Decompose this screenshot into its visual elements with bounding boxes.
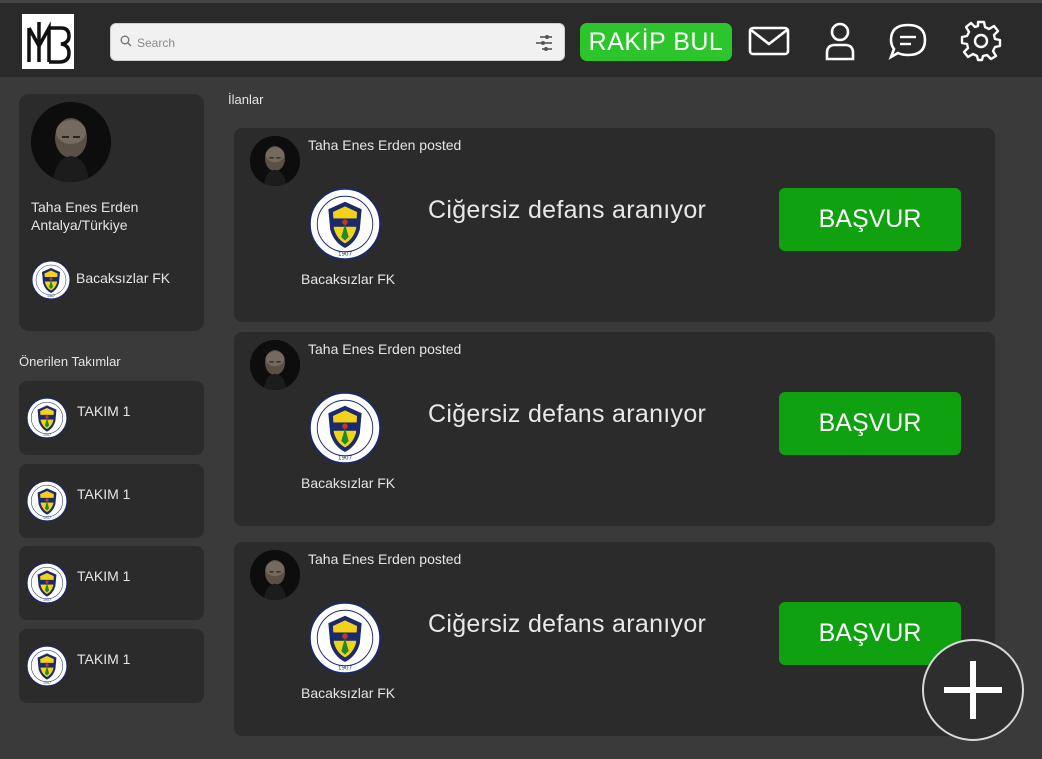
profile-photo: [31, 102, 111, 182]
profile-button[interactable]: [818, 19, 862, 63]
mail-button[interactable]: [747, 19, 791, 63]
apply-button[interactable]: BAŞVUR: [779, 392, 961, 455]
app-logo[interactable]: [22, 14, 74, 69]
profile-team[interactable]: Bacaksızlar FK: [76, 270, 170, 286]
team-badge-icon: [26, 397, 68, 439]
settings-button[interactable]: [959, 19, 1003, 63]
post-team-name[interactable]: Bacaksızlar FK: [301, 685, 395, 701]
team-badge-icon: [26, 645, 68, 687]
post-text: Ciğersiz defans aranıyor: [428, 196, 707, 224]
plus-icon: [944, 661, 1002, 719]
logo-mark: [27, 20, 71, 64]
profile-location: Antalya/Türkiye: [31, 217, 128, 233]
team-badge-icon: [31, 260, 71, 300]
top-bar: RAKİP BUL: [0, 0, 1042, 77]
search-input[interactable]: [137, 32, 527, 54]
post-text: Ciğersiz defans aranıyor: [428, 400, 707, 428]
post-text: Ciğersiz defans aranıyor: [428, 610, 707, 638]
user-icon: [825, 22, 855, 61]
team-badge-icon: [308, 601, 382, 675]
team-badge-icon: [26, 562, 68, 604]
team-name: TAKIM 1: [77, 568, 131, 584]
avatar[interactable]: [31, 102, 111, 182]
author-photo: [250, 136, 300, 186]
post-team-name[interactable]: Bacaksızlar FK: [301, 271, 395, 287]
post-card[interactable]: Taha Enes Erden posted Bacaksızlar FK Ci…: [234, 332, 995, 526]
find-opponent-button[interactable]: RAKİP BUL: [580, 23, 732, 61]
suggested-team-card[interactable]: TAKIM 1: [19, 546, 204, 620]
team-name: TAKIM 1: [77, 403, 131, 419]
apply-button[interactable]: BAŞVUR: [779, 188, 961, 251]
post-card[interactable]: Taha Enes Erden posted Bacaksızlar FK Ci…: [234, 128, 995, 322]
post-team-name[interactable]: Bacaksızlar FK: [301, 475, 395, 491]
profile-name: Taha Enes Erden: [31, 199, 139, 215]
post-card[interactable]: Taha Enes Erden posted Bacaksızlar FK Ci…: [234, 542, 995, 736]
team-badge-icon: [308, 187, 382, 261]
suggested-team-card[interactable]: TAKIM 1: [19, 381, 204, 455]
mail-icon: [748, 26, 790, 56]
team-name: TAKIM 1: [77, 651, 131, 667]
avatar[interactable]: [250, 550, 300, 600]
suggested-team-card[interactable]: TAKIM 1: [19, 629, 204, 703]
post-author: Taha Enes Erden posted: [308, 341, 462, 357]
search-icon: [120, 35, 132, 47]
author-photo: [250, 340, 300, 390]
search-bar[interactable]: [110, 23, 565, 61]
chat-icon: [888, 23, 927, 60]
add-post-button[interactable]: [922, 639, 1024, 741]
gear-icon: [960, 20, 1002, 62]
team-badge-icon: [26, 480, 68, 522]
feed-title: İlanlar: [228, 92, 264, 107]
filter-icon[interactable]: [534, 34, 554, 52]
suggested-teams-title: Önerilen Takımlar: [19, 354, 121, 369]
messages-button[interactable]: [886, 19, 930, 63]
author-photo: [250, 550, 300, 600]
post-author: Taha Enes Erden posted: [308, 137, 462, 153]
team-name: TAKIM 1: [77, 486, 131, 502]
team-badge-icon: [308, 391, 382, 465]
avatar[interactable]: [250, 340, 300, 390]
avatar[interactable]: [250, 136, 300, 186]
profile-card[interactable]: Taha Enes Erden Antalya/Türkiye Bacaksız…: [19, 94, 204, 331]
post-author: Taha Enes Erden posted: [308, 551, 462, 567]
suggested-team-card[interactable]: TAKIM 1: [19, 464, 204, 538]
